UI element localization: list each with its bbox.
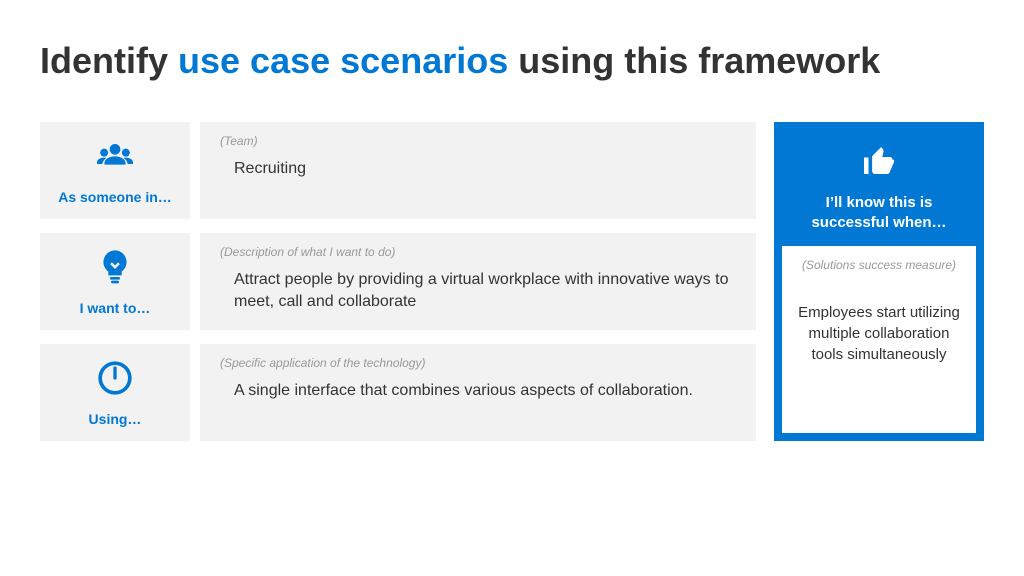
left-column: As someone in… (Team) Recruiting I want … bbox=[40, 122, 756, 441]
title-pre: Identify bbox=[40, 40, 178, 81]
body-want: Attract people by providing a virtual wo… bbox=[220, 269, 736, 314]
success-panel: I’ll know this is successful when… (Solu… bbox=[774, 122, 984, 441]
row-want: I want to… (Description of what I want t… bbox=[40, 233, 756, 330]
slide: Identify use case scenarios using this f… bbox=[0, 0, 1024, 576]
text-box-want: (Description of what I want to do) Attra… bbox=[200, 233, 756, 330]
slide-title: Identify use case scenarios using this f… bbox=[40, 40, 984, 82]
icon-box-using: Using… bbox=[40, 344, 190, 441]
people-icon bbox=[95, 136, 135, 181]
icon-box-want: I want to… bbox=[40, 233, 190, 330]
content-area: As someone in… (Team) Recruiting I want … bbox=[40, 122, 984, 441]
success-body-box: (Solutions success measure) Employees st… bbox=[782, 246, 976, 433]
lightbulb-icon bbox=[95, 247, 135, 292]
row-using: Using… (Specific application of the tech… bbox=[40, 344, 756, 441]
body-team: Recruiting bbox=[220, 158, 736, 180]
hint-team: (Team) bbox=[220, 134, 736, 148]
icon-box-team: As someone in… bbox=[40, 122, 190, 219]
label-using: Using… bbox=[89, 411, 142, 427]
success-header: I’ll know this is successful when… bbox=[782, 130, 976, 246]
title-accent: use case scenarios bbox=[178, 40, 508, 81]
thumbs-up-icon bbox=[861, 167, 897, 184]
label-want: I want to… bbox=[80, 300, 151, 316]
body-using: A single interface that combines various… bbox=[220, 380, 736, 402]
label-team: As someone in… bbox=[58, 189, 172, 205]
success-title: I’ll know this is successful when… bbox=[792, 193, 966, 232]
success-body: Employees start utilizing multiple colla… bbox=[796, 302, 962, 365]
success-hint: (Solutions success measure) bbox=[796, 258, 962, 272]
power-icon bbox=[95, 358, 135, 403]
hint-using: (Specific application of the technology) bbox=[220, 356, 736, 370]
text-box-team: (Team) Recruiting bbox=[200, 122, 756, 219]
title-post: using this framework bbox=[508, 40, 880, 81]
text-box-using: (Specific application of the technology)… bbox=[200, 344, 756, 441]
hint-want: (Description of what I want to do) bbox=[220, 245, 736, 259]
row-team: As someone in… (Team) Recruiting bbox=[40, 122, 756, 219]
